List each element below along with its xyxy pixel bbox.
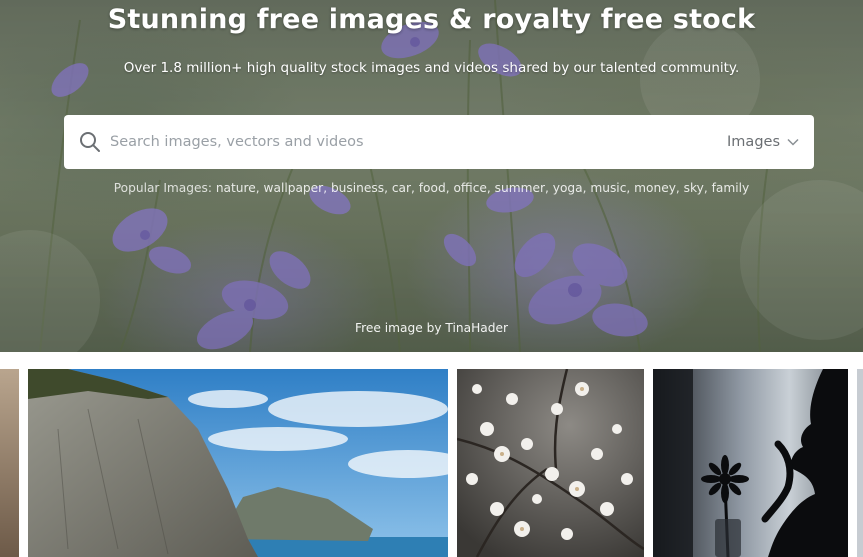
popular-tag-family[interactable]: family: [712, 181, 750, 195]
popular-tag-nature[interactable]: nature: [216, 181, 256, 195]
popular-tag-money[interactable]: money: [634, 181, 676, 195]
gallery-image-partial-left[interactable]: [0, 369, 19, 557]
image-gallery: [0, 369, 863, 557]
hero-overlay: [0, 0, 863, 352]
media-type-label: Images: [727, 134, 780, 150]
gallery-image-partial-right[interactable]: [857, 369, 863, 557]
popular-tag-car[interactable]: car: [392, 181, 411, 195]
hero-subtitle: Over 1.8 million+ high quality stock ima…: [123, 60, 740, 76]
popular-label: Popular Images:: [113, 181, 212, 195]
popular-tag-office[interactable]: office: [453, 181, 486, 195]
popular-tag-wallpaper[interactable]: wallpaper: [264, 181, 324, 195]
popular-tag-music[interactable]: music: [590, 181, 626, 195]
search-input[interactable]: [110, 115, 670, 169]
hero-title: Stunning free images & royalty free stoc…: [107, 4, 756, 35]
popular-tag-yoga[interactable]: yoga: [553, 181, 583, 195]
popular-tag-business[interactable]: business: [331, 181, 384, 195]
gallery-image-silhouette-flower[interactable]: [653, 369, 848, 557]
gallery-image-white-blossoms[interactable]: [457, 369, 644, 557]
gallery-image-cliff-coast[interactable]: [28, 369, 448, 557]
chevron-down-icon: [787, 138, 799, 146]
media-type-select[interactable]: Images: [727, 115, 800, 169]
popular-tags: Popular Images: nature, wallpaper, busin…: [113, 181, 750, 195]
search-icon[interactable]: [78, 130, 102, 154]
popular-tag-sky[interactable]: sky: [684, 181, 704, 195]
hero-banner: Stunning free images & royalty free stoc…: [0, 0, 863, 352]
popular-tag-summer[interactable]: summer: [495, 181, 545, 195]
popular-tag-food[interactable]: food: [419, 181, 446, 195]
image-credit[interactable]: Free image by TinaHader: [0, 321, 863, 335]
search-bar: Images: [64, 115, 814, 169]
